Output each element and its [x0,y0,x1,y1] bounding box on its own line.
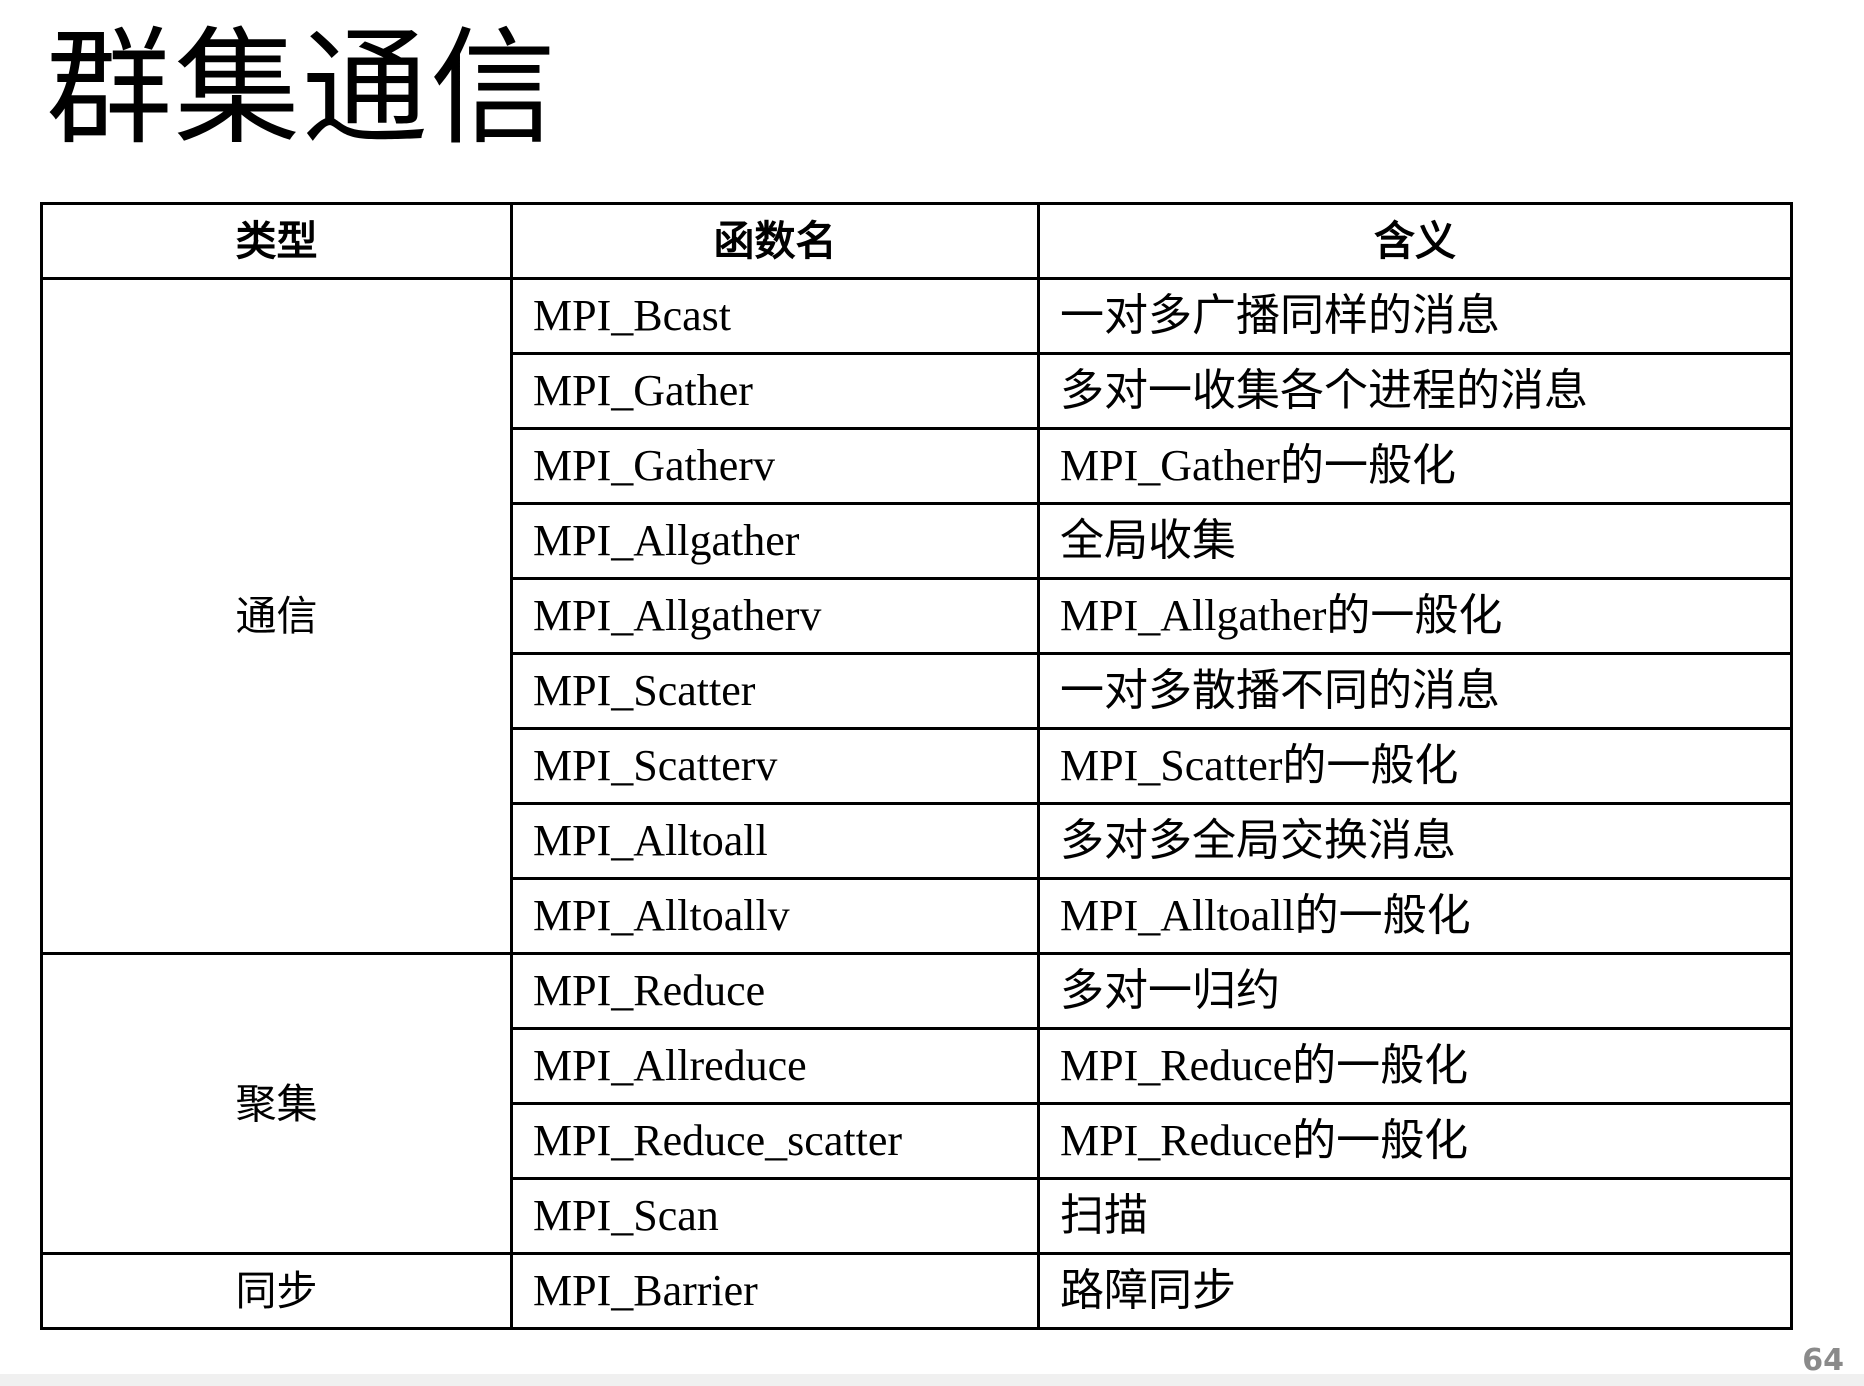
bottom-band [0,1374,1864,1386]
mpi-functions-table: 类型 函数名 含义 通信 MPI_Bcast 一对多广播同样的消息 MPI_Ga… [40,202,1793,1330]
meaning-cell: 一对多广播同样的消息 [1037,277,1793,355]
table-row: 聚集 MPI_Reduce 多对一归约 [40,952,1793,1255]
meaning-cell: 多对一收集各个进程的消息 [1037,352,1793,430]
function-name-cell: MPI_Reduce_scatter [510,1102,1040,1180]
type-cell-synchronization: 同步 [40,1252,513,1330]
type-cell-communication: 通信 [40,277,513,955]
table-header-row: 类型 函数名 含义 [40,202,1793,280]
meaning-cell: MPI_Scatter的一般化 [1037,727,1793,805]
meaning-cell: MPI_Alltoall的一般化 [1037,877,1793,955]
function-name-cell: MPI_Reduce [510,952,1040,1030]
function-name-cell: MPI_Gatherv [510,427,1040,505]
table-row: 通信 MPI_Bcast 一对多广播同样的消息 [40,277,1793,955]
function-name-cell: MPI_Scan [510,1177,1040,1255]
header-meaning: 含义 [1037,202,1793,280]
function-name-cell: MPI_Scatterv [510,727,1040,805]
meaning-cell: MPI_Reduce的一般化 [1037,1027,1793,1105]
function-name-cell: MPI_Allreduce [510,1027,1040,1105]
table-row: 同步 MPI_Barrier 路障同步 [40,1252,1793,1330]
meaning-cell: 一对多散播不同的消息 [1037,652,1793,730]
meaning-cell: 路障同步 [1037,1252,1793,1330]
page-number: 64 [1802,1343,1844,1378]
meaning-cell: MPI_Allgather的一般化 [1037,577,1793,655]
function-name-cell: MPI_Alltoall [510,802,1040,880]
type-cell-aggregation: 聚集 [40,952,513,1255]
function-name-cell: MPI_Gather [510,352,1040,430]
meaning-cell: 扫描 [1037,1177,1793,1255]
function-name-cell: MPI_Barrier [510,1252,1040,1330]
function-name-cell: MPI_Allgather [510,502,1040,580]
header-function-name: 函数名 [510,202,1040,280]
function-name-cell: MPI_Scatter [510,652,1040,730]
meaning-cell: 多对多全局交换消息 [1037,802,1793,880]
slide-title: 群集通信 [46,15,558,162]
header-type: 类型 [40,202,513,280]
function-name-cell: MPI_Alltoallv [510,877,1040,955]
meaning-cell: MPI_Gather的一般化 [1037,427,1793,505]
meaning-cell: 多对一归约 [1037,952,1793,1030]
function-name-cell: MPI_Allgatherv [510,577,1040,655]
function-name-cell: MPI_Bcast [510,277,1040,355]
meaning-cell: MPI_Reduce的一般化 [1037,1102,1793,1180]
meaning-cell: 全局收集 [1037,502,1793,580]
